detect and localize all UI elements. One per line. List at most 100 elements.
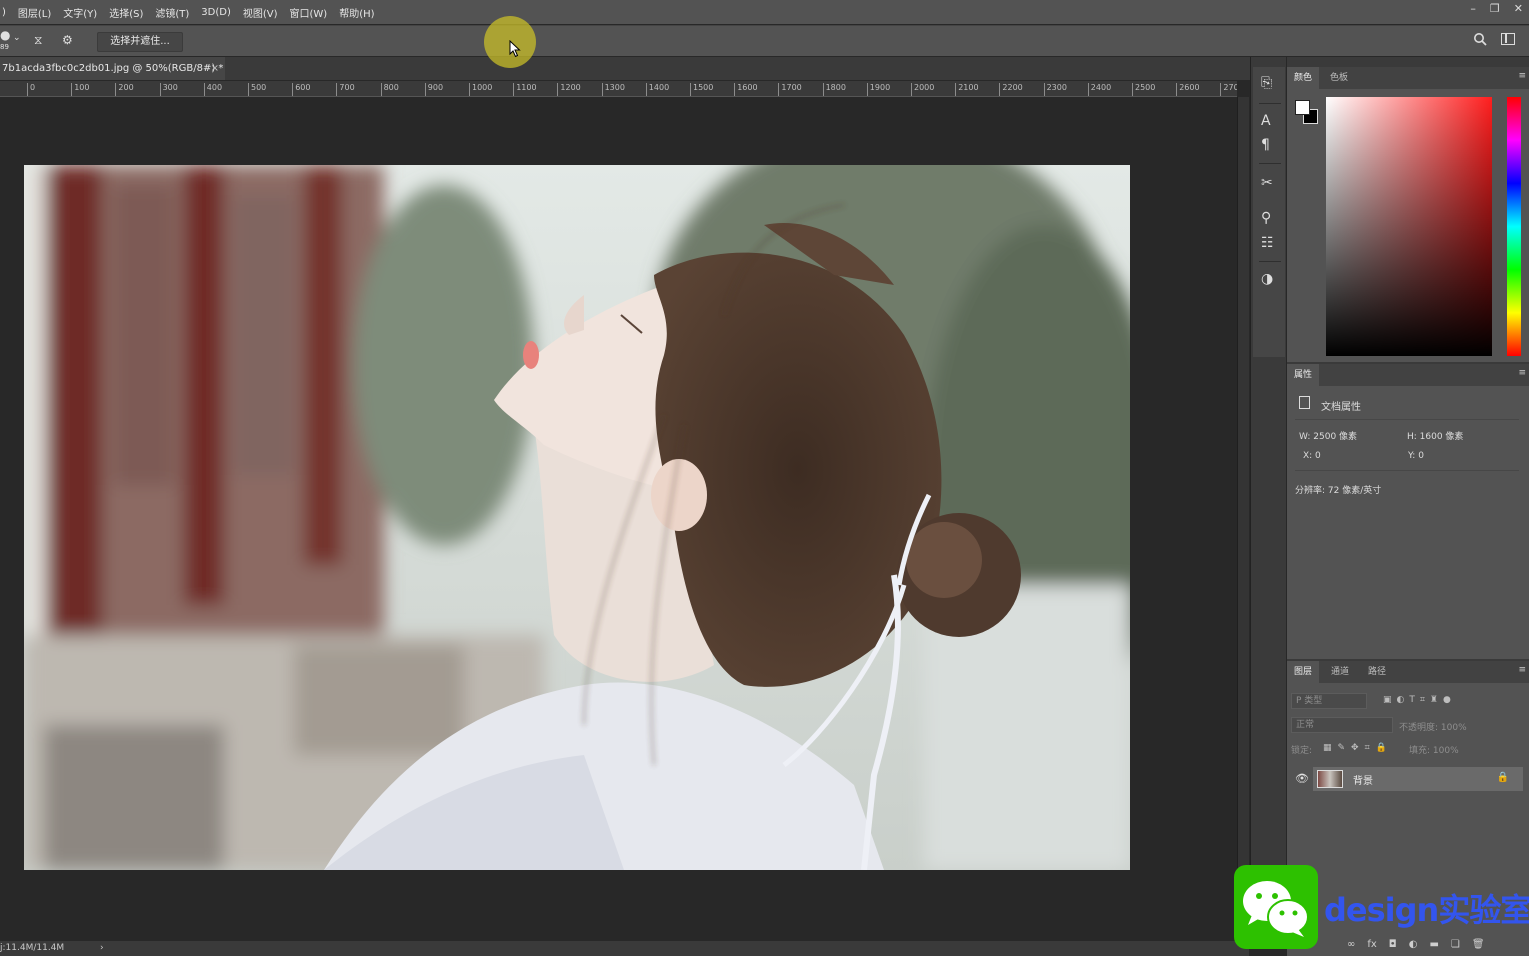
properties-panel-tabs: 属性 ≡ — [1287, 364, 1529, 386]
mask-icon[interactable]: ◘ — [1389, 939, 1397, 950]
menu-item-select[interactable]: 选择(S) — [103, 5, 149, 20]
document-tab-bar: 7b1acda3fbc0c2db01.jpg @ 50%(RGB/8#) * × — [0, 57, 1250, 80]
tab-properties[interactable]: 属性 — [1287, 364, 1320, 386]
character-icon[interactable]: A — [1261, 113, 1271, 129]
ruler-tick-label: 100 — [71, 83, 89, 96]
refine-brush-icon[interactable]: ⧖ — [34, 33, 42, 48]
panel-menu-icon[interactable]: ≡ — [1518, 368, 1526, 378]
ruler-tick-label: 400 — [203, 83, 222, 96]
menu-item-fragment[interactable]: ) — [0, 7, 12, 18]
folder-icon[interactable]: ▬ — [1429, 939, 1438, 950]
history-icon[interactable]: ⎘ — [1261, 75, 1272, 91]
hue-slider[interactable] — [1507, 97, 1521, 356]
menu-item-view[interactable]: 视图(V) — [237, 5, 284, 20]
ruler-tick-label: 2200 — [999, 83, 1023, 96]
blend-mode-select[interactable]: 正常 — [1291, 717, 1393, 733]
options-bar: ● 89 ⌄ ⧖ ⚙ 选择并遮住... — [0, 25, 1529, 56]
fill-field[interactable]: 填充: 100% — [1409, 743, 1459, 756]
tab-layers[interactable]: 图层 — [1287, 661, 1320, 683]
color-panel-tabs: 颜色 色板 ≡ — [1287, 67, 1529, 89]
menu-item-filter[interactable]: 滤镜(T) — [149, 5, 195, 20]
layer-thumbnail — [1317, 770, 1343, 788]
brush-icon[interactable]: ⚲ — [1261, 210, 1271, 226]
fx-icon[interactable]: fx — [1367, 939, 1376, 950]
eye-icon[interactable]: 👁 — [1295, 772, 1309, 785]
ruler-tick-label: 1800 — [822, 83, 846, 96]
ruler-tick-label: 1700 — [778, 83, 802, 96]
trash-icon[interactable]: 🗑 — [1472, 939, 1485, 950]
panel-menu-icon[interactable]: ≡ — [1518, 71, 1526, 81]
chevron-down-icon[interactable]: ⌄ — [13, 33, 21, 43]
y-value[interactable]: Y: 0 — [1408, 451, 1424, 461]
close-icon[interactable]: ✕ — [1514, 2, 1523, 15]
layer-row-background[interactable]: 背景 🔒 — [1313, 767, 1523, 791]
layer-filter-icons[interactable]: ▣◐T⌗♜● — [1383, 695, 1456, 705]
restore-icon[interactable]: ❐ — [1490, 2, 1500, 15]
separator — [1295, 419, 1519, 420]
separator — [1259, 261, 1281, 262]
ruler-tick-label: 1500 — [690, 83, 713, 96]
select-and-mask-button[interactable]: 选择并遮住... — [97, 32, 183, 52]
link-icon[interactable]: ∞ — [1347, 939, 1355, 950]
height-value[interactable]: H: 1600 像素 — [1407, 429, 1463, 442]
watermark-text: design实验室 — [1324, 891, 1529, 929]
opacity-field[interactable]: 不透明度: 100% — [1399, 720, 1467, 733]
status-menu-arrow[interactable]: › — [100, 941, 104, 956]
adjustments-icon[interactable]: ◑ — [1261, 271, 1273, 287]
ruler-tick-label: 800 — [380, 83, 399, 96]
menu-item-3d[interactable]: 3D(D) — [195, 7, 237, 18]
panel-menu-icon[interactable]: ≡ — [1518, 665, 1526, 675]
adjust-sliders-icon[interactable]: ☷ — [1261, 235, 1274, 251]
horizontal-ruler: 0 100 200 300 400 500 600 700 800 900 1000 1100 1200… — [0, 81, 1237, 97]
ruler-tick-label: 270 — [1220, 83, 1237, 96]
tab-swatches[interactable]: 色板 — [1323, 67, 1355, 89]
width-value[interactable]: W: 2500 像素 — [1299, 429, 1357, 442]
close-tab-icon[interactable]: × — [211, 57, 219, 80]
vertical-scrollbar[interactable] — [1237, 97, 1249, 940]
menu-item-window[interactable]: 窗口(W) — [284, 5, 334, 20]
workspace-icon[interactable] — [1501, 33, 1515, 45]
document-image[interactable] — [24, 165, 1130, 870]
lock-icons[interactable]: ▦✎✥⌗🔒 — [1323, 743, 1393, 753]
separator — [1295, 470, 1519, 471]
status-bar: j:11.4M/11.4M › — [0, 941, 1249, 956]
color-picker-field[interactable] — [1326, 97, 1492, 356]
tools-icon[interactable]: ✂ — [1261, 175, 1273, 191]
ruler-tick-label: 900 — [424, 83, 443, 96]
menu-item-type[interactable]: 文字(Y) — [57, 5, 103, 20]
properties-panel: 属性 ≡ 文档属性 W: 2500 像素 H: 1600 像素 X: 0 Y: … — [1287, 364, 1529, 659]
document-icon — [1299, 396, 1310, 409]
layer-name: 背景 — [1353, 776, 1373, 787]
menu-item-layer[interactable]: 图层(L) — [12, 5, 57, 20]
layer-filter-select[interactable]: P 类型 — [1291, 693, 1367, 709]
lock-icon[interactable]: 🔒 — [1497, 772, 1509, 783]
minimize-icon[interactable]: – — [1470, 2, 1476, 15]
layers-panel-tabs: 图层 通道 路径 ≡ — [1287, 661, 1529, 683]
layers-bottom-toolbar: ∞ fx ◘ ◐ ▬ ❏ 🗑 — [1347, 939, 1485, 950]
document-tab[interactable]: 7b1acda3fbc0c2db01.jpg @ 50%(RGB/8#) * × — [0, 57, 225, 80]
tab-channels[interactable]: 通道 — [1324, 661, 1356, 683]
tab-color[interactable]: 颜色 — [1287, 67, 1320, 89]
paragraph-icon[interactable]: ¶ — [1261, 137, 1270, 153]
foreground-color-swatch[interactable] — [1295, 100, 1310, 115]
document-size: j:11.4M/11.4M — [0, 943, 65, 953]
menu-item-help[interactable]: 帮助(H) — [333, 5, 380, 20]
ruler-tick-label: 0 — [27, 83, 35, 96]
canvas-area[interactable] — [0, 97, 1237, 940]
search-icon[interactable] — [1473, 32, 1487, 49]
separator — [1259, 103, 1281, 104]
gear-icon[interactable]: ⚙ — [62, 33, 73, 47]
brush-preset-icon[interactable]: ● — [0, 28, 10, 42]
tab-paths[interactable]: 路径 — [1361, 661, 1393, 683]
adjustment-layer-icon[interactable]: ◐ — [1409, 939, 1418, 950]
ruler-tick-label: 2000 — [911, 83, 934, 96]
x-value[interactable]: X: 0 — [1303, 451, 1321, 461]
panel-icon-strip: ⎘ A ¶ ✂ ⚲ ☷ ◑ — [1250, 57, 1286, 940]
ruler-tick-label: 2300 — [1043, 83, 1067, 96]
new-layer-icon[interactable]: ❏ — [1451, 939, 1460, 950]
brush-size-label: 89 — [0, 43, 9, 51]
ruler-tick-label: 2600 — [1176, 83, 1200, 96]
lock-label: 锁定: — [1291, 746, 1313, 756]
mouse-pointer-icon — [509, 40, 521, 58]
ruler-tick-label: 1600 — [734, 83, 758, 96]
